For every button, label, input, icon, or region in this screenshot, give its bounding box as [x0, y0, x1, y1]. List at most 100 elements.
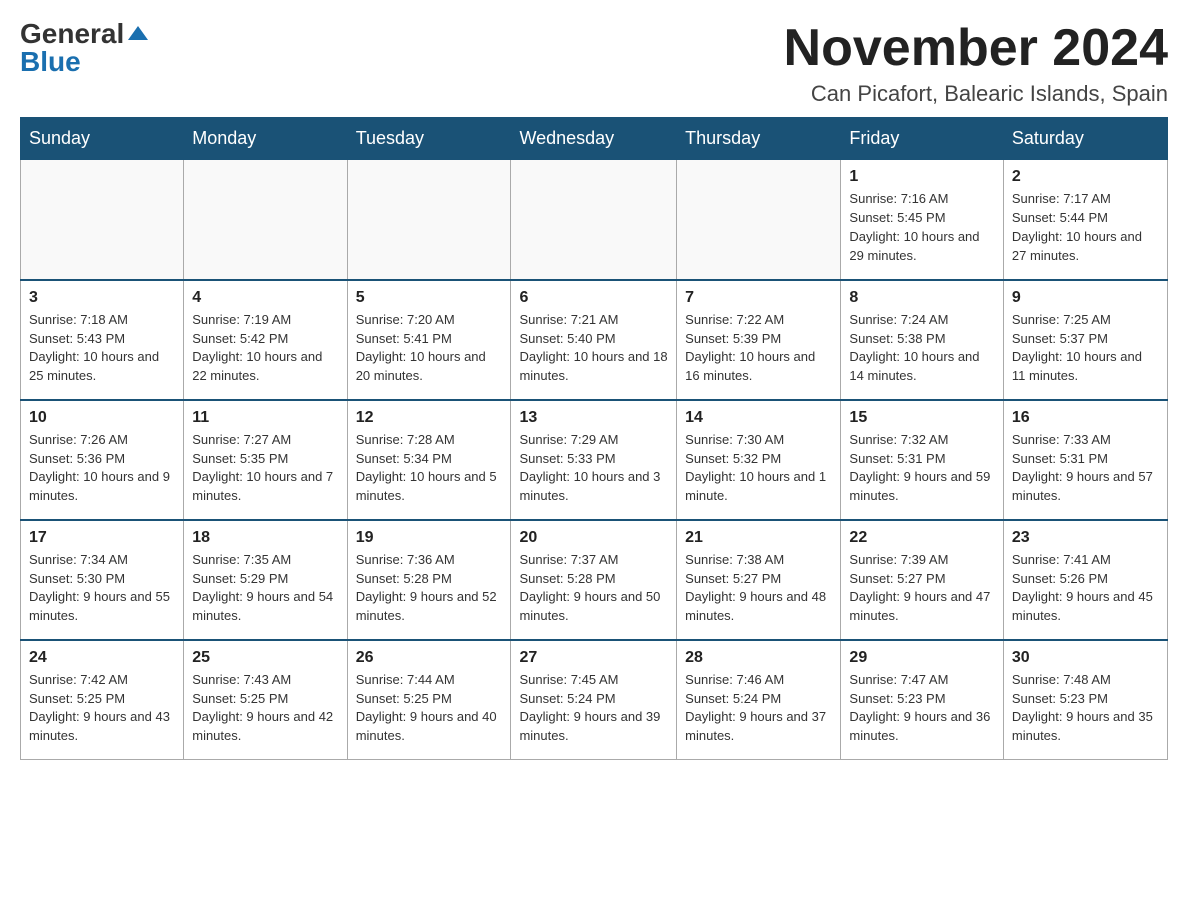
calendar-cell: 8 Sunrise: 7:24 AM Sunset: 5:38 PM Daylig…: [841, 280, 1003, 400]
day-number: 22: [849, 529, 994, 547]
day-info: Sunrise: 7:26 AM Sunset: 5:36 PM Dayligh…: [29, 431, 175, 506]
calendar-cell: 5Sunrise: 7:20 AM Sunset: 5:41 PM Daylig…: [347, 280, 511, 400]
calendar-cell: 25Sunrise: 7:43 AM Sunset: 5:25 PM Dayli…: [184, 640, 347, 760]
day-info: Sunrise: 7:22 AM Sunset: 5:39 PM Dayligh…: [685, 311, 832, 386]
day-info: Sunrise: 7:33 AM Sunset: 5:31 PM Dayligh…: [1012, 431, 1159, 506]
weekday-header-sunday: Sunday: [21, 118, 184, 160]
logo-general-text: General: [20, 20, 124, 48]
day-number: 16: [1012, 409, 1159, 427]
calendar-cell: 20Sunrise: 7:37 AM Sunset: 5:28 PM Dayli…: [511, 520, 677, 640]
calendar-cell: 14 Sunrise: 7:30 AM Sunset: 5:32 PM Dayli…: [677, 400, 841, 520]
calendar-cell: [347, 160, 511, 280]
day-info: Sunrise: 7:44 AM Sunset: 5:25 PM Dayligh…: [356, 671, 503, 746]
day-number: 7: [685, 289, 832, 307]
weekday-header-wednesday: Wednesday: [511, 118, 677, 160]
day-number: 12: [356, 409, 503, 427]
calendar-cell: 24Sunrise: 7:42 AM Sunset: 5:25 PM Dayli…: [21, 640, 184, 760]
calendar-week-row: 3 Sunrise: 7:18 AM Sunset: 5:43 PM Daylig…: [21, 280, 1168, 400]
calendar-cell: 21 Sunrise: 7:38 AM Sunset: 5:27 PM Dayli…: [677, 520, 841, 640]
day-info: Sunrise: 7:24 AM Sunset: 5:38 PM Dayligh…: [849, 311, 994, 386]
weekday-header-thursday: Thursday: [677, 118, 841, 160]
day-number: 26: [356, 649, 503, 667]
day-info: Sunrise: 7:45 AM Sunset: 5:24 PM Dayligh…: [519, 671, 668, 746]
day-number: 28: [685, 649, 832, 667]
day-info: Sunrise: 7:38 AM Sunset: 5:27 PM Dayligh…: [685, 551, 832, 626]
calendar-week-row: 24Sunrise: 7:42 AM Sunset: 5:25 PM Dayli…: [21, 640, 1168, 760]
calendar-cell: 29 Sunrise: 7:47 AM Sunset: 5:23 PM Dayli…: [841, 640, 1003, 760]
day-number: 29: [849, 649, 994, 667]
calendar-cell: 4 Sunrise: 7:19 AM Sunset: 5:42 PM Daylig…: [184, 280, 347, 400]
day-info: Sunrise: 7:29 AM Sunset: 5:33 PM Dayligh…: [519, 431, 668, 506]
calendar-table: SundayMondayTuesdayWednesdayThursdayFrid…: [20, 117, 1168, 760]
calendar-cell: 10 Sunrise: 7:26 AM Sunset: 5:36 PM Dayli…: [21, 400, 184, 520]
day-number: 10: [29, 409, 175, 427]
calendar-cell: 22 Sunrise: 7:39 AM Sunset: 5:27 PM Dayli…: [841, 520, 1003, 640]
day-info: Sunrise: 7:25 AM Sunset: 5:37 PM Dayligh…: [1012, 311, 1159, 386]
day-info: Sunrise: 7:36 AM Sunset: 5:28 PM Dayligh…: [356, 551, 503, 626]
day-info: Sunrise: 7:48 AM Sunset: 5:23 PM Dayligh…: [1012, 671, 1159, 746]
location-label: Can Picafort, Balearic Islands, Spain: [784, 81, 1168, 107]
day-info: Sunrise: 7:39 AM Sunset: 5:27 PM Dayligh…: [849, 551, 994, 626]
month-title: November 2024: [784, 20, 1168, 77]
day-info: Sunrise: 7:27 AM Sunset: 5:35 PM Dayligh…: [192, 431, 338, 506]
day-number: 1: [849, 168, 994, 186]
calendar-cell: 23 Sunrise: 7:41 AM Sunset: 5:26 PM Dayli…: [1003, 520, 1167, 640]
day-number: 4: [192, 289, 338, 307]
weekday-header-tuesday: Tuesday: [347, 118, 511, 160]
calendar-cell: 9 Sunrise: 7:25 AM Sunset: 5:37 PM Daylig…: [1003, 280, 1167, 400]
day-number: 23: [1012, 529, 1159, 547]
day-info: Sunrise: 7:21 AM Sunset: 5:40 PM Dayligh…: [519, 311, 668, 386]
day-number: 9: [1012, 289, 1159, 307]
day-number: 3: [29, 289, 175, 307]
calendar-cell: [21, 160, 184, 280]
calendar-cell: 3 Sunrise: 7:18 AM Sunset: 5:43 PM Daylig…: [21, 280, 184, 400]
calendar-week-row: 1 Sunrise: 7:16 AM Sunset: 5:45 PM Daylig…: [21, 160, 1168, 280]
calendar-cell: 26 Sunrise: 7:44 AM Sunset: 5:25 PM Dayli…: [347, 640, 511, 760]
day-info: Sunrise: 7:20 AM Sunset: 5:41 PM Dayligh…: [356, 311, 503, 386]
title-area: November 2024 Can Picafort, Balearic Isl…: [784, 20, 1168, 107]
weekday-header-row: SundayMondayTuesdayWednesdayThursdayFrid…: [21, 118, 1168, 160]
calendar-cell: [677, 160, 841, 280]
day-info: Sunrise: 7:18 AM Sunset: 5:43 PM Dayligh…: [29, 311, 175, 386]
calendar-cell: 28Sunrise: 7:46 AM Sunset: 5:24 PM Dayli…: [677, 640, 841, 760]
calendar-cell: [511, 160, 677, 280]
day-number: 14: [685, 409, 832, 427]
calendar-cell: 30 Sunrise: 7:48 AM Sunset: 5:23 PM Dayli…: [1003, 640, 1167, 760]
calendar-cell: 19 Sunrise: 7:36 AM Sunset: 5:28 PM Dayli…: [347, 520, 511, 640]
day-info: Sunrise: 7:47 AM Sunset: 5:23 PM Dayligh…: [849, 671, 994, 746]
day-info: Sunrise: 7:35 AM Sunset: 5:29 PM Dayligh…: [192, 551, 338, 626]
day-number: 13: [519, 409, 668, 427]
day-info: Sunrise: 7:37 AM Sunset: 5:28 PM Dayligh…: [519, 551, 668, 626]
logo: General Blue: [20, 20, 148, 76]
weekday-header-saturday: Saturday: [1003, 118, 1167, 160]
day-number: 8: [849, 289, 994, 307]
calendar-cell: 13 Sunrise: 7:29 AM Sunset: 5:33 PM Dayli…: [511, 400, 677, 520]
day-info: Sunrise: 7:16 AM Sunset: 5:45 PM Dayligh…: [849, 190, 994, 265]
day-number: 21: [685, 529, 832, 547]
calendar-week-row: 10 Sunrise: 7:26 AM Sunset: 5:36 PM Dayli…: [21, 400, 1168, 520]
calendar-cell: 7 Sunrise: 7:22 AM Sunset: 5:39 PM Daylig…: [677, 280, 841, 400]
calendar-cell: 16 Sunrise: 7:33 AM Sunset: 5:31 PM Dayli…: [1003, 400, 1167, 520]
day-number: 2: [1012, 168, 1159, 186]
calendar-cell: 11Sunrise: 7:27 AM Sunset: 5:35 PM Dayli…: [184, 400, 347, 520]
day-number: 15: [849, 409, 994, 427]
day-number: 25: [192, 649, 338, 667]
day-info: Sunrise: 7:30 AM Sunset: 5:32 PM Dayligh…: [685, 431, 832, 506]
day-info: Sunrise: 7:41 AM Sunset: 5:26 PM Dayligh…: [1012, 551, 1159, 626]
logo-triangle-icon: [128, 26, 148, 40]
day-info: Sunrise: 7:17 AM Sunset: 5:44 PM Dayligh…: [1012, 190, 1159, 265]
logo-blue-text: Blue: [20, 48, 81, 76]
day-info: Sunrise: 7:28 AM Sunset: 5:34 PM Dayligh…: [356, 431, 503, 506]
weekday-header-friday: Friday: [841, 118, 1003, 160]
weekday-header-monday: Monday: [184, 118, 347, 160]
calendar-cell: 27Sunrise: 7:45 AM Sunset: 5:24 PM Dayli…: [511, 640, 677, 760]
calendar-cell: 6 Sunrise: 7:21 AM Sunset: 5:40 PM Daylig…: [511, 280, 677, 400]
day-number: 6: [519, 289, 668, 307]
calendar-cell: 1 Sunrise: 7:16 AM Sunset: 5:45 PM Daylig…: [841, 160, 1003, 280]
calendar-cell: 2 Sunrise: 7:17 AM Sunset: 5:44 PM Daylig…: [1003, 160, 1167, 280]
day-number: 19: [356, 529, 503, 547]
day-info: Sunrise: 7:19 AM Sunset: 5:42 PM Dayligh…: [192, 311, 338, 386]
day-number: 30: [1012, 649, 1159, 667]
day-number: 17: [29, 529, 175, 547]
calendar-cell: 15Sunrise: 7:32 AM Sunset: 5:31 PM Dayli…: [841, 400, 1003, 520]
